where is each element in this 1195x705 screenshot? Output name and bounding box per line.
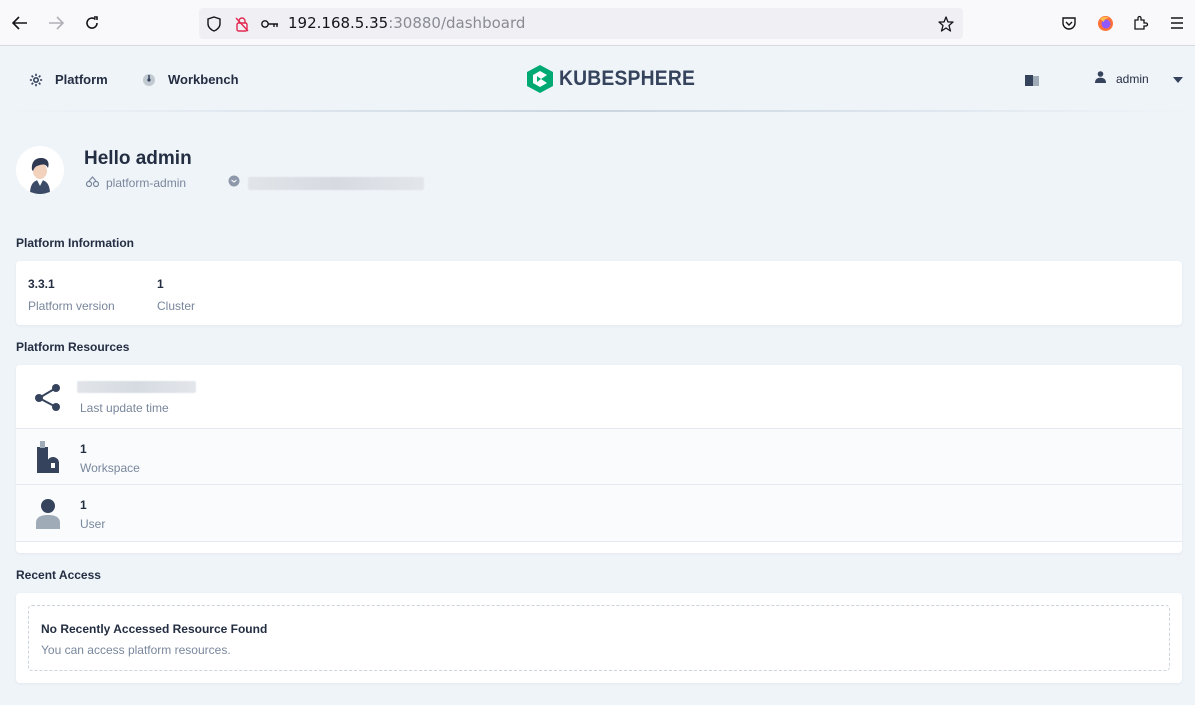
- role-label: platform-admin: [106, 176, 187, 190]
- greeting-heading: Hello admin: [84, 148, 192, 169]
- empty-state-title: No Recently Accessed Resource Found: [41, 622, 268, 636]
- user-count: 1: [80, 498, 87, 512]
- firefox-icon[interactable]: [1095, 13, 1115, 33]
- workspace-count: 1: [80, 442, 87, 456]
- platform-information-title: Platform Information: [16, 236, 135, 250]
- last-update-label: Last update time: [80, 401, 169, 415]
- app-header: Platform Workbench KUBESPHERE admin: [0, 46, 1195, 112]
- resource-row-last-update: Last update time: [16, 365, 1182, 429]
- shield-icon[interactable]: [205, 15, 223, 33]
- bookmark-star-icon[interactable]: [937, 15, 955, 33]
- chevron-down-icon: [1172, 72, 1183, 86]
- role-info: platform-admin: [85, 176, 187, 190]
- cluster-count-value: 1: [157, 277, 164, 291]
- email-info: [228, 174, 424, 192]
- url-host: 192.168.5.35: [288, 14, 389, 32]
- gear-icon: [29, 73, 43, 87]
- platform-information-card: 3.3.1 Platform version 1 Cluster: [16, 261, 1182, 325]
- user-icon: [34, 497, 62, 529]
- platform-version-label: Platform version: [28, 299, 115, 313]
- header-divider: [0, 110, 1195, 112]
- key-icon[interactable]: [261, 15, 279, 33]
- email-icon: [228, 174, 240, 192]
- user-menu[interactable]: admin: [1095, 71, 1183, 86]
- workspace-label: Workspace: [80, 461, 140, 475]
- extensions-icon[interactable]: [1131, 13, 1151, 33]
- role-icon: [85, 176, 100, 190]
- avatar: [16, 146, 64, 194]
- permissions-blocked-icon[interactable]: [233, 15, 251, 33]
- url-path: :30880/dashboard: [388, 14, 526, 32]
- nav-platform-label: Platform: [55, 72, 108, 87]
- dashboard-icon: [142, 73, 156, 87]
- cluster-nodes-icon: [34, 381, 62, 413]
- platform-version-value: 3.3.1: [28, 277, 55, 291]
- platform-resources-title: Platform Resources: [16, 340, 130, 354]
- nav-workbench[interactable]: Workbench: [142, 72, 239, 87]
- logo-text: KUBESPHERE: [559, 67, 696, 90]
- user-name: admin: [1116, 71, 1149, 86]
- platform-version-item: 3.3.1 Platform version: [28, 277, 115, 313]
- back-arrow-icon[interactable]: [9, 12, 31, 34]
- email-redacted: [248, 176, 424, 190]
- empty-state-description: You can access platform resources.: [41, 643, 231, 657]
- platform-resources-card: Last update time 1 Workspace 1 User: [16, 365, 1182, 553]
- address-bar[interactable]: 192.168.5.35:30880/dashboard: [199, 8, 963, 39]
- pocket-icon[interactable]: [1059, 13, 1079, 33]
- browser-toolbar: 192.168.5.35:30880/dashboard: [0, 0, 1195, 46]
- menu-icon[interactable]: [1167, 13, 1187, 33]
- forward-arrow-icon[interactable]: [45, 12, 67, 34]
- resource-row-user[interactable]: 1 User: [16, 485, 1182, 542]
- nav-platform[interactable]: Platform: [29, 72, 108, 87]
- kubesphere-logo[interactable]: KUBESPHERE: [527, 65, 707, 93]
- user-label: User: [80, 517, 106, 531]
- workspace-icon: [34, 439, 62, 473]
- recent-access-card: No Recently Accessed Resource Found You …: [16, 593, 1182, 683]
- reload-icon[interactable]: [81, 12, 103, 34]
- user-icon: [1095, 71, 1106, 86]
- cluster-count-label: Cluster: [157, 299, 196, 313]
- resource-row-workspace[interactable]: 1 Workspace: [16, 429, 1182, 485]
- recent-access-empty-state: No Recently Accessed Resource Found You …: [28, 605, 1170, 671]
- last-update-redacted: [77, 381, 196, 393]
- nav-workbench-label: Workbench: [168, 72, 239, 87]
- url-text[interactable]: 192.168.5.35:30880/dashboard: [288, 14, 525, 32]
- recent-access-title: Recent Access: [16, 568, 101, 582]
- cluster-count-item: 1 Cluster: [157, 277, 195, 313]
- kubesphere-logo-icon: [527, 65, 553, 93]
- documentation-icon[interactable]: [1025, 73, 1039, 86]
